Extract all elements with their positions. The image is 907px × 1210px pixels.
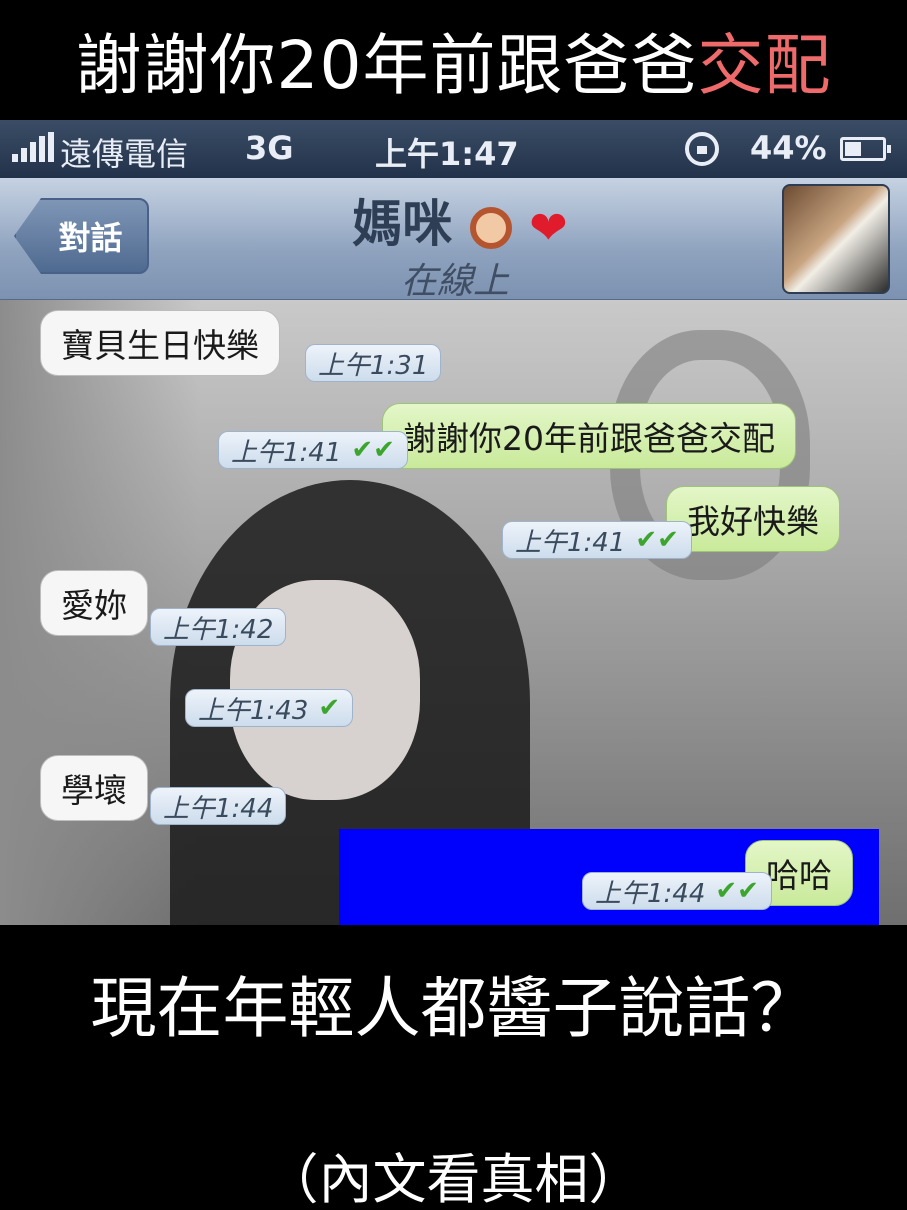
- read-ticks-icon: ✔: [318, 693, 341, 723]
- top-caption: 謝謝你20年前跟爸爸 交配: [0, 0, 907, 120]
- message-bubble-outgoing[interactable]: 我好快樂: [666, 486, 840, 552]
- message-bubble-incoming[interactable]: 寶貝生日快樂: [40, 310, 280, 376]
- message-time: 上午1:42: [150, 608, 287, 646]
- back-button-label: 對話: [58, 219, 123, 257]
- woman-face-emoji-icon: [469, 206, 512, 249]
- phone-screen: 遠傳電信 3G 上午1:47 44% 對話 媽咪 ❤ 在線上 寶貝生日快樂 上午…: [0, 120, 907, 925]
- bottom-caption: 現在年輕人都醬子說話？ （內文看真相）: [0, 925, 907, 1210]
- contact-title: 媽咪 ❤: [330, 184, 590, 256]
- message-time: 上午1:43 ✔: [185, 689, 354, 727]
- status-bar: 遠傳電信 3G 上午1:47 44%: [0, 120, 907, 178]
- heart-emoji-icon: ❤: [529, 200, 568, 255]
- read-ticks-icon: ✔✔: [715, 876, 759, 906]
- message-text: 學壞: [61, 771, 127, 810]
- battery-icon: [840, 137, 891, 161]
- contact-name: 媽咪: [352, 195, 453, 253]
- message-text: 寶貝生日快樂: [61, 326, 259, 365]
- read-ticks-icon: ✔✔: [351, 435, 395, 465]
- message-time: 上午1:31: [305, 344, 442, 382]
- bottom-caption-question: 現在年輕人都醬子說話？: [90, 970, 817, 1047]
- message-time: 上午1:44: [150, 787, 287, 825]
- message-text: 愛妳: [61, 586, 127, 625]
- signal-icon: [12, 132, 54, 162]
- bottom-caption-note: （內文看真相）: [264, 1148, 643, 1210]
- network-type: 3G: [245, 129, 294, 167]
- message-text: 謝謝你20年前跟爸爸交配: [403, 419, 775, 458]
- read-ticks-icon: ✔✔: [635, 525, 679, 555]
- contact-avatar[interactable]: [782, 184, 890, 294]
- battery-percent: 44%: [750, 129, 827, 167]
- message-time: 上午1:41 ✔✔: [218, 431, 408, 469]
- message-bubble-incoming[interactable]: 愛妳: [40, 570, 148, 636]
- top-caption-highlight: 交配: [697, 27, 832, 104]
- message-text: 哈哈: [766, 856, 832, 895]
- message-bubble-incoming[interactable]: 學壞: [40, 755, 148, 821]
- message-bubble-outgoing[interactable]: 謝謝你20年前跟爸爸交配: [382, 403, 796, 469]
- carrier-name: 遠傳電信: [60, 135, 189, 173]
- message-time: 上午1:41 ✔✔: [502, 521, 692, 559]
- back-button[interactable]: 對話: [14, 198, 149, 274]
- chat-area[interactable]: 寶貝生日快樂 上午1:31 謝謝你20年前跟爸爸交配 上午1:41 ✔✔ 我好快…: [0, 300, 907, 925]
- nav-bar: 對話 媽咪 ❤ 在線上: [0, 178, 907, 302]
- contact-status: 在線上: [400, 261, 509, 302]
- status-time: 上午1:47: [375, 135, 519, 173]
- top-caption-text: 謝謝你20年前跟爸爸: [75, 27, 698, 104]
- message-time: 上午1:44 ✔✔: [582, 872, 772, 910]
- rotation-lock-icon: [685, 132, 719, 166]
- message-text: 我好快樂: [687, 502, 819, 541]
